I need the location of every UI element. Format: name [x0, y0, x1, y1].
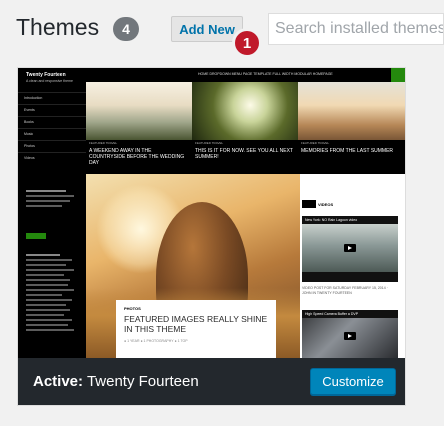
featured-caption: MEMORIES FROM THE LAST SUMMER: [301, 148, 394, 154]
featured-image: [192, 82, 298, 140]
video-title: High Speed Camera Buffer a DVP: [302, 310, 398, 318]
theme-screenshot[interactable]: Twenty Fourteen A clean and responsive t…: [18, 68, 405, 358]
screenshot-site-title: Twenty Fourteen: [26, 72, 66, 78]
theme-card-footer: Active: Twenty Fourteen Customize: [18, 358, 405, 405]
video-widget-icon: [302, 200, 316, 208]
video-widget-title: VIDEOS: [318, 202, 334, 207]
play-icon: [344, 244, 356, 252]
screenshot-menu-item: Books: [18, 116, 86, 128]
video-caption: VIDEO POST FOR SATURDAY FEBRUARY 15, 201…: [302, 286, 388, 295]
screenshot-right-sidebar: VIDEOS New York: NO Rain Lagoon video VI…: [300, 174, 405, 358]
active-theme-label: Active: Twenty Fourteen: [33, 373, 199, 390]
video-title: New York: NO Rain Lagoon video: [302, 216, 398, 224]
theme-card-twenty-fourteen[interactable]: Twenty Fourteen A clean and responsive t…: [17, 67, 406, 406]
screenshot-menu-item: Music: [18, 128, 86, 140]
post-title: FEATURED IMAGES REALLY SHINE IN THIS THE…: [124, 314, 268, 334]
page-title: Themes: [16, 14, 100, 40]
post-kicker: PHOTOS: [124, 306, 141, 311]
customize-button[interactable]: Customize: [310, 368, 396, 395]
screenshot-video-1: New York: NO Rain Lagoon video: [302, 216, 398, 282]
screenshot-menu-item: Events: [18, 104, 86, 116]
screenshot-post-card: PHOTOS FEATURED IMAGES REALLY SHINE IN T…: [116, 300, 276, 358]
featured-kicker: FEATURED TRAVEL: [301, 141, 330, 145]
featured-image: [298, 82, 405, 140]
screenshot-follow-widget: [26, 190, 76, 210]
screenshot-follow-button: [26, 233, 46, 239]
theme-count-badge: 4: [113, 17, 139, 41]
screenshot-search-icon: [391, 68, 405, 82]
featured-kicker: FEATURED TRAVEL: [89, 141, 118, 145]
screenshot-top-bar: HOME DROPDOWN MENU PAGE TEMPLATE FULL WI…: [86, 68, 405, 82]
screenshot-menu-item: Videos: [18, 152, 86, 164]
play-icon: [344, 332, 356, 340]
featured-caption: A WEEKEND AWAY IN THE COUNTRYSIDE BEFORE…: [89, 148, 185, 166]
screenshot-site-tagline: A clean and responsive theme: [26, 79, 73, 83]
screenshot-sidebar: Twenty Fourteen A clean and responsive t…: [18, 68, 86, 358]
featured-kicker: FEATURED TRAVEL: [195, 141, 224, 145]
screenshot-recent-posts-widget: [26, 254, 76, 334]
post-meta: ● 1 YEAR ● 1 PHOTOGRAPHY ● 1 TOP: [124, 339, 188, 343]
screenshot-featured-3: FEATURED TRAVEL MEMORIES FROM THE LAST S…: [298, 82, 405, 174]
screenshot-sidebar-menu: Introduction Events Books Music Photos V…: [18, 92, 86, 164]
pointer-badge[interactable]: 1: [232, 28, 262, 58]
featured-image: [86, 82, 192, 140]
screenshot-top-nav: HOME DROPDOWN MENU PAGE TEMPLATE FULL WI…: [198, 72, 333, 76]
search-input[interactable]: Search installed themes...: [268, 13, 444, 45]
active-prefix: Active:: [33, 373, 84, 390]
screenshot-video-2: High Speed Camera Buffer a DVP: [302, 310, 398, 358]
active-theme-name: Twenty Fourteen: [86, 373, 199, 390]
screenshot-featured-2: FEATURED TRAVEL THIS IS IT FOR NOW. SEE …: [192, 82, 298, 174]
featured-caption: THIS IS IT FOR NOW. SEE YOU ALL NEXT SUM…: [195, 148, 293, 160]
screenshot-menu-item: Introduction: [18, 92, 86, 104]
screenshot-menu-item: Photos: [18, 140, 86, 152]
screenshot-featured-1: FEATURED TRAVEL A WEEKEND AWAY IN THE CO…: [86, 82, 192, 174]
